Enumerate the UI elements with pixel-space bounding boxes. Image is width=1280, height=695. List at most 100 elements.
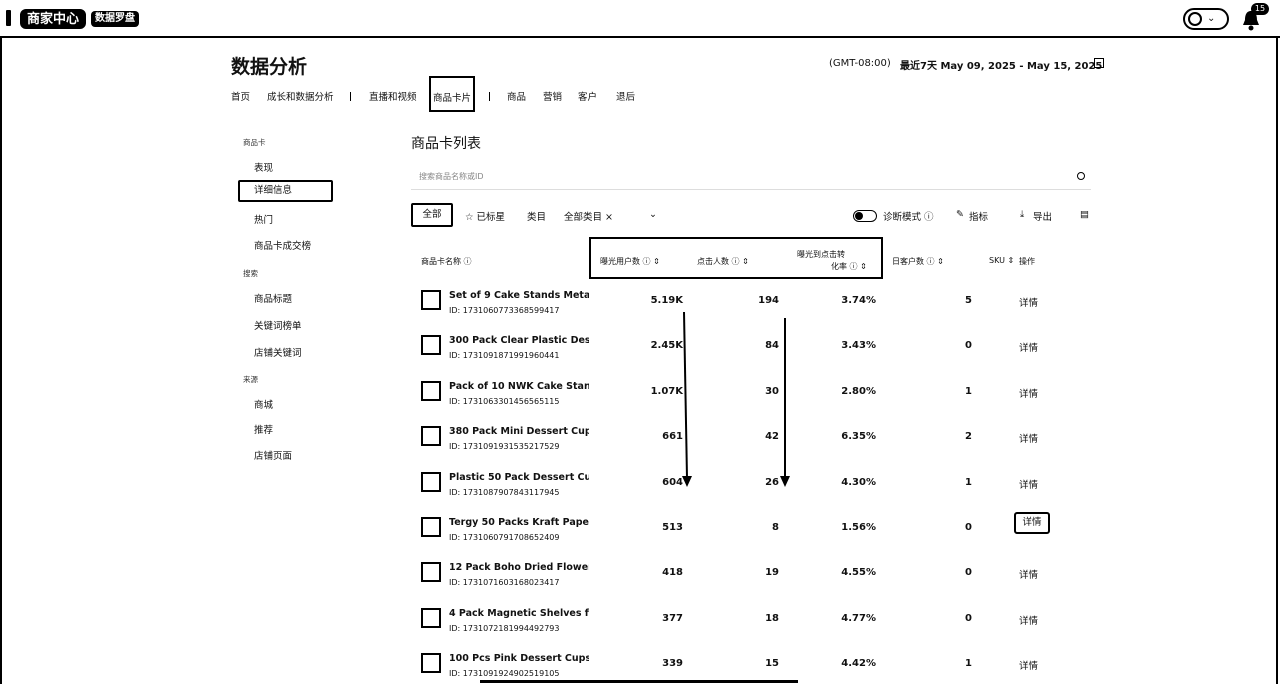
table-row[interactable]: Plastic 50 Pack Dessert Cu... ID: 1731087… [411,471,1101,514]
detail-link[interactable]: 详情 [1019,295,1038,309]
table-row[interactable]: 12 Pack Boho Dried Flower ... ID: 1731071… [411,562,1101,604]
detail-link[interactable]: 详情 [1019,477,1038,491]
col-exposure-header[interactable]: 曝光用户数 ⓘ ⇕ [600,256,660,267]
detail-link[interactable]: 详情 [1019,567,1038,581]
edit-icon[interactable]: ✎ [956,209,964,220]
filter-category[interactable]: 类目 [527,209,546,223]
product-thumbnail[interactable] [421,290,441,310]
table-row[interactable]: Pack of 10 NWK Cake Stan... ID: 173106330… [411,380,1101,423]
col-name-header[interactable]: 商品卡名称 ⓘ [421,256,472,267]
conversion-cell: 4.55% [841,567,876,579]
buyers-cell: 0 [965,522,972,533]
product-id: ID: 1731087907843117945 [449,487,560,497]
conversion-cell: 4.30% [841,476,876,488]
detail-link[interactable]: 详情 [1019,658,1038,672]
sidebar-item-keyword-ranking[interactable]: 关键词榜单 [254,318,302,332]
product-name[interactable]: 4 Pack Magnetic Shelves fo... [449,608,589,619]
search-icon[interactable] [1077,172,1085,180]
product-id: ID: 1731071603168023417 [449,578,560,588]
calendar-icon[interactable] [1094,58,1104,68]
export-button[interactable]: 导出 [1033,209,1052,223]
col-conversion-header-2[interactable]: 化率 ⓘ ⇕ [831,261,867,272]
tab-after-sales[interactable]: 退后 [616,89,635,103]
detail-link[interactable]: 详情 [1019,386,1038,400]
sidebar-item-performance[interactable]: 表现 [254,160,273,174]
buyers-cell: 0 [965,612,972,624]
chat-toggle[interactable]: ⌄ [1183,8,1229,30]
detail-link[interactable]: 详情 [1019,431,1038,445]
sidebar-item-trending[interactable]: 热门 [254,212,273,226]
diagnose-toggle[interactable] [853,210,877,222]
col-conversion-header[interactable]: 曝光到点击转 [797,249,845,260]
clicks-cell: 19 [765,567,779,579]
horizontal-scrollbar[interactable] [480,680,798,683]
product-name[interactable]: Pack of 10 NWK Cake Stan... [449,381,589,392]
product-thumbnail[interactable] [421,426,441,447]
sidebar-item-shop-page[interactable]: 店铺页面 [254,448,292,462]
filter-starred[interactable]: ☆ 已标星 [465,209,505,223]
clicks-cell: 42 [765,431,779,443]
filter-all-categories[interactable]: 全部类目 × [564,209,613,223]
product-thumbnail[interactable] [421,471,441,492]
metrics-button[interactable]: 指标 [969,209,988,223]
compass-badge[interactable]: 数据罗盘 [91,11,139,27]
sidebar-item-details[interactable]: 详细信息 [238,180,333,202]
product-name[interactable]: 300 Pack Clear Plastic Des... [449,335,589,346]
tab-product-card[interactable]: 商品卡片 [429,76,476,112]
conversion-cell: 1.56% [841,522,876,533]
tab-growth[interactable]: 成长和数据分析 [267,89,334,103]
tab-products[interactable]: 商品 [507,89,526,103]
date-range-picker[interactable]: 最近7天 May 09, 2025 - May 15, 2025 [900,57,1102,72]
product-name[interactable]: Tergy 50 Packs Kraft Paper ... [449,517,589,528]
table-row[interactable]: 100 Pcs Pink Dessert Cups ... ID: 1731091… [411,653,1101,695]
sidebar-item-product-title[interactable]: 商品标题 [254,291,292,305]
detail-link[interactable]: 详情 [1014,512,1050,534]
menu-bar-icon[interactable] [6,10,11,26]
buyers-cell: 1 [965,658,972,670]
product-thumbnail[interactable] [421,335,441,356]
product-name[interactable]: Plastic 50 Pack Dessert Cu... [449,472,589,483]
top-bar: 商家中心 数据罗盘 ⌄ 15 [0,0,1280,38]
search-bar[interactable]: 搜索商品名称或ID [411,165,1091,190]
product-thumbnail[interactable] [421,607,441,628]
sidebar-item-shop-keywords[interactable]: 店铺关键词 [254,345,302,359]
detail-link[interactable]: 详情 [1019,613,1038,627]
clicks-cell: 26 [765,476,779,488]
sidebar-item-sales-ranking[interactable]: 商品卡成交榜 [254,238,311,252]
buyers-cell: 0 [965,567,972,579]
product-thumbnail[interactable] [421,653,441,674]
product-name[interactable]: 12 Pack Boho Dried Flower ... [449,562,589,573]
product-name[interactable]: 380 Pack Mini Dessert Cup... [449,426,589,437]
product-id: ID: 1731060773368599417 [449,306,560,315]
col-sku-header[interactable]: SKU ⇕ [989,256,1014,265]
tab-marketing[interactable]: 营销 [543,89,562,103]
product-thumbnail[interactable] [421,517,441,537]
product-name[interactable]: Set of 9 Cake Stands Metal ... [449,290,589,301]
product-id: ID: 1731063301456565115 [449,396,560,406]
table-row[interactable]: 4 Pack Magnetic Shelves fo... ID: 1731072… [411,607,1101,650]
exposure-cell: 2.45K [650,340,683,352]
clicks-cell: 84 [765,340,779,352]
tab-customers[interactable]: 客户 [578,89,597,103]
product-name[interactable]: 100 Pcs Pink Dessert Cups ... [449,653,589,664]
tab-home[interactable]: 首页 [231,89,250,103]
columns-icon[interactable]: ▤ [1080,209,1089,220]
sidebar-item-mall[interactable]: 商城 [254,397,273,411]
table-row[interactable]: Tergy 50 Packs Kraft Paper ... ID: 173106… [411,512,1101,559]
detail-link[interactable]: 详情 [1019,340,1038,354]
table-row[interactable]: Set of 9 Cake Stands Metal ... ID: 173106… [411,290,1101,332]
app-logo[interactable]: 商家中心 [20,9,87,29]
download-icon[interactable]: ⤓ [1020,209,1024,220]
col-buyers-header[interactable]: 日客户数 ⓘ ⇕ [892,256,944,267]
sidebar-item-recommend[interactable]: 推荐 [254,422,273,436]
nav-divider [350,92,351,101]
tab-live-video[interactable]: 直播和视频 [369,89,417,103]
product-thumbnail[interactable] [421,380,441,401]
chevron-down-icon[interactable]: ⌄ [649,209,657,220]
product-thumbnail[interactable] [421,562,441,583]
table-row[interactable]: 300 Pack Clear Plastic Des... ID: 1731091… [411,335,1101,377]
filter-all-button[interactable]: 全部 [411,203,453,227]
table-row[interactable]: 380 Pack Mini Dessert Cup... ID: 17310919… [411,426,1101,468]
search-input[interactable]: 搜索商品名称或ID [419,171,484,182]
col-clicks-header[interactable]: 点击人数 ⓘ ⇕ [697,256,749,267]
